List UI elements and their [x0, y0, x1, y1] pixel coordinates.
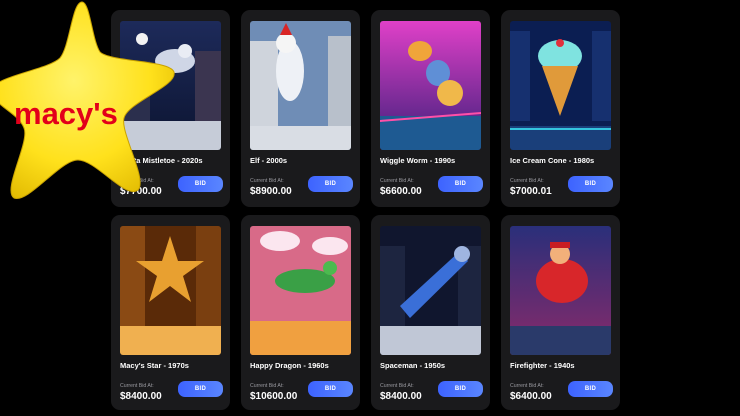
card-image[interactable] [510, 226, 611, 355]
card-image[interactable] [380, 226, 481, 355]
current-bid-label: Current Bid At: [120, 383, 154, 389]
card-title: Ice Cream Cone - 1980s [510, 156, 595, 165]
card-title: Wiggle Worm - 1990s [380, 156, 456, 165]
nft-card-macys-star[interactable]: Macy's Star - 1970s Current Bid At: $840… [111, 215, 230, 410]
bid-button[interactable]: BID [438, 176, 483, 192]
nft-card-elf[interactable]: Elf - 2000s Current Bid At: $8900.00 BID [241, 10, 360, 207]
card-image[interactable] [380, 21, 481, 150]
nft-card-happy-dragon[interactable]: Happy Dragon - 1960s Current Bid At: $10… [241, 215, 360, 410]
bid-button[interactable]: BID [308, 381, 353, 397]
current-bid-label: Current Bid At: [510, 178, 544, 184]
nft-card-wiggle-worm[interactable]: Wiggle Worm - 1990s Current Bid At: $660… [371, 10, 490, 207]
bid-button[interactable]: BID [178, 176, 223, 192]
current-bid-price: $6600.00 [380, 186, 422, 197]
bid-button[interactable]: BID [438, 381, 483, 397]
current-bid-price: $8400.00 [380, 391, 422, 402]
current-bid-label: Current Bid At: [510, 383, 544, 389]
card-title: Macy's Star - 1970s [120, 361, 189, 370]
bid-button[interactable]: BID [568, 381, 613, 397]
current-bid-price: $8900.00 [250, 186, 292, 197]
current-bid-label: Current Bid At: [380, 383, 414, 389]
bid-button[interactable]: BID [178, 381, 223, 397]
current-bid-label: Current Bid At: [250, 178, 284, 184]
current-bid-price: $6400.00 [510, 391, 552, 402]
bid-button[interactable]: BID [568, 176, 613, 192]
card-title: Firefighter - 1940s [510, 361, 575, 370]
bid-button[interactable]: BID [308, 176, 353, 192]
card-image[interactable] [250, 226, 351, 355]
current-bid-price: $7000.01 [510, 186, 552, 197]
current-bid-label: Current Bid At: [380, 178, 414, 184]
current-bid-price: $8400.00 [120, 391, 162, 402]
current-bid-label: Current Bid At: [250, 383, 284, 389]
card-title: Elf - 2000s [250, 156, 288, 165]
card-title: Spaceman - 1950s [380, 361, 446, 370]
nft-card-ice-cream[interactable]: Ice Cream Cone - 1980s Current Bid At: $… [501, 10, 620, 207]
nft-card-firefighter[interactable]: Firefighter - 1940s Current Bid At: $640… [501, 215, 620, 410]
card-image[interactable] [120, 226, 221, 355]
logo-text: macy's [14, 96, 118, 131]
current-bid-price: $10600.00 [250, 391, 298, 402]
card-image[interactable] [510, 21, 611, 150]
nft-card-spaceman[interactable]: Spaceman - 1950s Current Bid At: $8400.0… [371, 215, 490, 410]
card-image[interactable] [250, 21, 351, 150]
macys-star-logo: macy's [0, 1, 175, 199]
card-title: Happy Dragon - 1960s [250, 361, 329, 370]
